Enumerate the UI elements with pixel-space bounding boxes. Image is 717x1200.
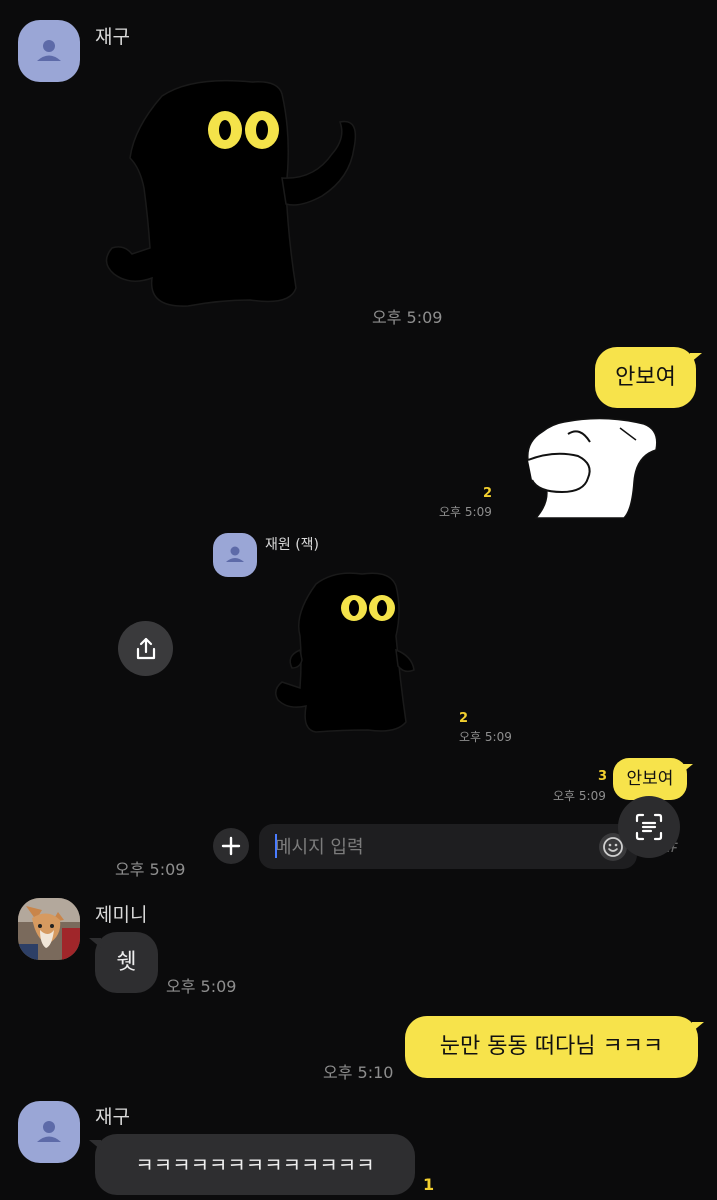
message-input[interactable] — [273, 824, 597, 871]
fox-photo — [18, 898, 80, 960]
person-avatar-icon — [37, 1121, 61, 1142]
sender-name: 재구 — [95, 26, 130, 48]
message-bubble[interactable]: 쉣 — [89, 932, 158, 993]
message-text: 안보여 — [626, 768, 674, 789]
message-bubble[interactable]: ㅋㅋㅋㅋㅋㅋㅋㅋㅋㅋㅋㅋㅋ — [89, 1134, 415, 1195]
share-button[interactable] — [118, 621, 173, 676]
avatar[interactable] — [18, 898, 80, 960]
text-scan-icon — [635, 813, 663, 841]
message-bubble[interactable]: 안보여 — [595, 347, 702, 408]
message-bubble[interactable]: 눈만 동동 떠다님 ㅋㅋㅋ — [405, 1016, 704, 1078]
message-bubble[interactable]: 안보여 — [613, 758, 693, 800]
black-cat-sticker[interactable] — [100, 78, 365, 310]
avatar[interactable] — [213, 533, 257, 577]
share-icon — [136, 637, 155, 659]
attach-plus-button[interactable] — [213, 828, 249, 864]
plus-icon — [221, 836, 241, 856]
message-time: 오후 5:10 — [323, 1063, 394, 1082]
avatar[interactable] — [18, 20, 80, 82]
message-time: 오후 5:09 — [115, 860, 186, 879]
message-text: 눈만 동동 떠다님 ㅋㅋㅋ — [439, 1034, 664, 1059]
text-cursor — [275, 834, 277, 858]
black-cat-sticker[interactable] — [272, 570, 422, 736]
unread-count: 1 — [423, 1175, 435, 1194]
message-time: 오후 5:09 — [459, 730, 512, 744]
sender-name: 재원 (잭) — [265, 537, 320, 553]
text-scan-button[interactable] — [618, 796, 680, 858]
avatar[interactable] — [18, 1101, 80, 1163]
person-avatar-icon — [37, 40, 61, 61]
sender-name: 제미니 — [95, 904, 148, 926]
sender-name: 재구 — [95, 1106, 130, 1128]
message-text: 안보여 — [615, 364, 676, 390]
message-time: 오후 5:09 — [372, 308, 443, 327]
message-time: 오후 5:09 — [166, 977, 237, 996]
message-input-bar — [259, 824, 637, 871]
message-time: 오후 5:09 — [439, 505, 492, 519]
message-text: 쉣 — [116, 949, 137, 975]
message-text: ㅋㅋㅋㅋㅋㅋㅋㅋㅋㅋㅋㅋㅋ — [135, 1152, 375, 1177]
unread-count: 2 — [459, 711, 469, 726]
white-cat-thumbs-up-sticker[interactable] — [524, 416, 660, 520]
message-time: 오후 5:09 — [553, 789, 606, 803]
unread-count: 3 — [598, 769, 608, 784]
person-avatar-icon — [226, 546, 244, 562]
unread-count: 2 — [483, 486, 493, 501]
